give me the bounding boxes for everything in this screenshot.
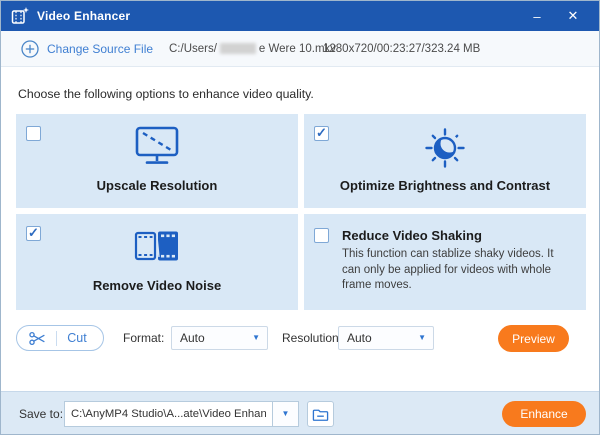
option-panel-remove-noise[interactable]: Remove Video Noise <box>16 214 298 310</box>
video-enhancer-window: Video Enhancer – ✕ Change Source File C:… <box>0 0 600 435</box>
brightness-contrast-label: Optimize Brightness and Contrast <box>339 178 551 193</box>
preview-button[interactable]: Preview <box>498 325 569 352</box>
save-to-label: Save to: <box>19 407 64 421</box>
circle-plus-icon <box>21 39 39 58</box>
source-toolbar: Change Source File C:/Users/ e Were 10.m… <box>1 31 599 67</box>
remove-noise-label: Remove Video Noise <box>92 278 222 293</box>
minimize-button[interactable]: – <box>519 1 555 31</box>
cut-button[interactable]: Cut <box>16 325 104 351</box>
titlebar: Video Enhancer – ✕ <box>1 1 599 31</box>
resolution-label: Resolution: <box>282 331 343 345</box>
source-file-path: C:/Users/ e Were 10.mkv <box>169 31 336 66</box>
option-panel-brightness-contrast[interactable]: Optimize Brightness and Contrast <box>304 114 586 208</box>
upscale-monitor-icon <box>16 126 298 171</box>
window-title: Video Enhancer <box>37 9 131 23</box>
reduce-shaking-description: This function can stablize shaky videos.… <box>342 248 554 291</box>
resolution-dropdown[interactable]: Auto ▼ <box>338 326 434 350</box>
options-heading: Choose the following options to enhance … <box>18 87 314 101</box>
reduce-shaking-checkbox[interactable] <box>314 228 329 243</box>
resolution-dropdown-value: Auto <box>347 331 372 345</box>
format-dropdown-value: Auto <box>180 331 205 345</box>
open-folder-button[interactable] <box>307 401 334 427</box>
reduce-shaking-label: Reduce Video Shaking <box>342 228 482 243</box>
footer-bar: Save to: ▼ Enhance <box>1 391 599 434</box>
file-path-prefix: C:/Users/ <box>169 42 217 55</box>
film-frames-icon <box>16 229 298 268</box>
enhance-button[interactable]: Enhance <box>502 401 586 427</box>
option-panel-upscale-resolution[interactable]: Upscale Resolution <box>16 114 298 208</box>
redacted-username <box>219 43 256 54</box>
brightness-sun-icon <box>304 126 586 175</box>
chevron-down-icon: ▼ <box>252 333 260 342</box>
window-controls: – ✕ <box>519 1 591 31</box>
close-button[interactable]: ✕ <box>555 1 591 31</box>
folder-icon <box>312 407 329 422</box>
save-path-dropdown-button[interactable]: ▼ <box>272 401 299 427</box>
format-label: Format: <box>123 331 165 345</box>
scissors-icon <box>29 330 46 347</box>
option-panel-reduce-shaking[interactable]: Reduce Video Shaking This function can s… <box>304 214 586 310</box>
upscale-resolution-label: Upscale Resolution <box>96 178 218 193</box>
chevron-down-icon: ▼ <box>281 409 290 418</box>
change-source-file-label: Change Source File <box>47 41 154 56</box>
save-path-input[interactable] <box>64 401 273 427</box>
cut-button-label: Cut <box>67 331 87 345</box>
change-source-file-button[interactable]: Change Source File <box>21 31 153 66</box>
app-film-logo-icon <box>11 7 29 25</box>
format-dropdown[interactable]: Auto ▼ <box>171 326 268 350</box>
source-file-info: 1280x720/00:23:27/323.24 MB <box>323 42 481 55</box>
chevron-down-icon: ▼ <box>418 333 426 342</box>
